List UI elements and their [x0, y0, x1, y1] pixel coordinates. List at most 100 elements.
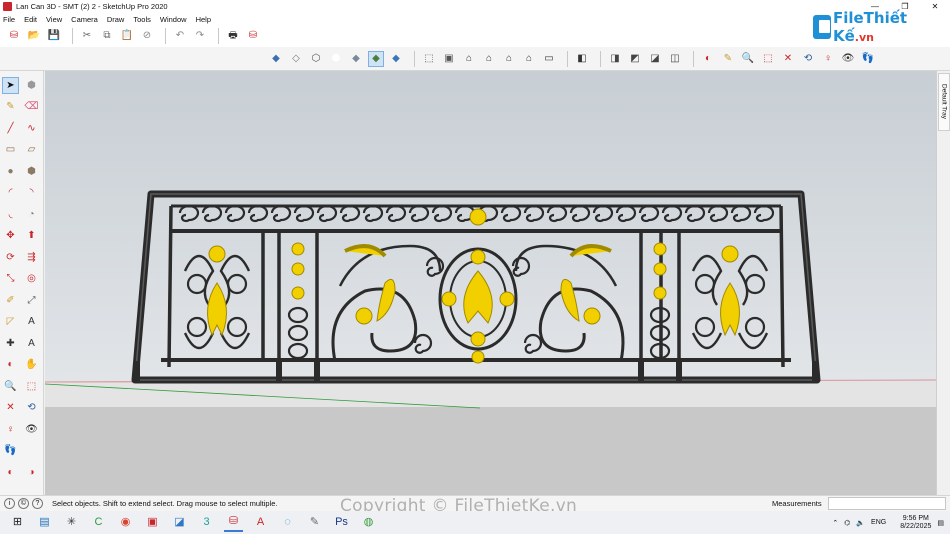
- select-icon[interactable]: ➤: [2, 77, 19, 94]
- position-camera-tool-icon[interactable]: ♀: [2, 421, 19, 438]
- shaded-textures-icon[interactable]: ◆: [368, 51, 384, 67]
- text-icon[interactable]: A: [23, 314, 40, 331]
- help-icon[interactable]: ?: [32, 498, 43, 509]
- wireframe-icon[interactable]: ⬡: [308, 51, 324, 67]
- camtasia-icon[interactable]: C: [89, 513, 108, 532]
- xray-icon[interactable]: ◆: [268, 51, 284, 67]
- look-around-icon[interactable]: 👁: [840, 51, 856, 67]
- file-manager-icon[interactable]: ▤: [35, 513, 54, 532]
- line-icon[interactable]: ╱: [2, 120, 19, 137]
- back-view-icon[interactable]: ⌂: [501, 51, 517, 67]
- green-app-icon[interactable]: ◍: [359, 513, 378, 532]
- style-2-icon[interactable]: ◩: [627, 51, 643, 67]
- sketchup-icon[interactable]: ⛁: [224, 513, 243, 532]
- menu-camera[interactable]: Camera: [71, 15, 98, 24]
- left-view-icon[interactable]: ⌂: [521, 51, 537, 67]
- rectangle-icon[interactable]: ▭: [2, 142, 19, 159]
- open-icon[interactable]: 📂: [26, 28, 42, 44]
- previous-view-icon[interactable]: ⟲: [800, 51, 816, 67]
- rotated-rectangle-icon[interactable]: ▱: [23, 142, 40, 159]
- walk-tool-icon[interactable]: 👣: [2, 443, 19, 460]
- cut-icon[interactable]: ✂: [79, 28, 95, 44]
- tray-chevron-icon[interactable]: ⌃: [832, 519, 838, 527]
- get-models-icon[interactable]: ⛁: [6, 28, 22, 44]
- copy-icon[interactable]: ⧉: [99, 28, 115, 44]
- back-edges-icon[interactable]: ◇: [288, 51, 304, 67]
- top-view-icon[interactable]: ▣: [441, 51, 457, 67]
- menu-help[interactable]: Help: [196, 15, 211, 24]
- section-plane-icon[interactable]: ◐: [700, 51, 716, 67]
- notifications-icon[interactable]: ▤: [937, 519, 944, 527]
- windows-start-icon[interactable]: ⊞: [8, 513, 27, 532]
- section-plane-tool-icon[interactable]: ◐: [2, 464, 19, 481]
- tape-measure-icon[interactable]: ✐: [2, 292, 19, 309]
- modeling-viewport[interactable]: [45, 71, 936, 495]
- hidden-line-icon[interactable]: ⬢: [328, 51, 344, 67]
- position-camera-icon[interactable]: ♀: [820, 51, 836, 67]
- two-point-arc-icon[interactable]: ◝: [23, 185, 40, 202]
- shaded-icon[interactable]: ◆: [348, 51, 364, 67]
- pan-icon[interactable]: ✋: [23, 357, 40, 374]
- network-icon[interactable]: ⌬: [844, 519, 850, 527]
- scale-icon[interactable]: ⤡: [2, 271, 19, 288]
- freehand-icon[interactable]: ∿: [23, 120, 40, 137]
- iso-view-icon[interactable]: ⬚: [421, 51, 437, 67]
- look-around-tool-icon[interactable]: 👁: [23, 421, 40, 438]
- dimension-icon[interactable]: ⤢: [23, 292, 40, 309]
- polygon-icon[interactable]: ⬢: [23, 163, 40, 180]
- zoom-extents-icon[interactable]: ✕: [780, 51, 796, 67]
- network-app-icon[interactable]: ✳: [62, 513, 81, 532]
- chrome-icon[interactable]: ◉: [116, 513, 135, 532]
- save-icon[interactable]: 💾: [46, 28, 62, 44]
- language-indicator[interactable]: ENG: [871, 519, 886, 526]
- redo-icon[interactable]: ↷: [192, 28, 208, 44]
- zoom-window-icon[interactable]: ⬚: [760, 51, 776, 67]
- style-4-icon[interactable]: ◫: [667, 51, 683, 67]
- style-3-icon[interactable]: ◪: [647, 51, 663, 67]
- erase-icon[interactable]: ⊘: [139, 28, 155, 44]
- 3d-text-icon[interactable]: A: [23, 335, 40, 352]
- volume-icon[interactable]: 🔈: [856, 519, 865, 527]
- axes-icon[interactable]: ✚: [2, 335, 19, 352]
- move-icon[interactable]: ✥: [2, 228, 19, 245]
- push-pull-icon[interactable]: ⬆: [23, 228, 40, 245]
- follow-me-icon[interactable]: ⇶: [23, 249, 40, 266]
- menu-view[interactable]: View: [46, 15, 62, 24]
- offset-icon[interactable]: ◎: [23, 271, 40, 288]
- edge-icon[interactable]: ◌: [278, 513, 297, 532]
- monochrome-icon[interactable]: ◆: [388, 51, 404, 67]
- protractor-icon[interactable]: ◸: [2, 314, 19, 331]
- orbit-icon[interactable]: ◐: [2, 357, 19, 374]
- default-tray-tab[interactable]: Default Tray: [938, 73, 950, 131]
- front-view-icon[interactable]: ⌂: [461, 51, 477, 67]
- measurements-input[interactable]: [828, 497, 946, 510]
- app-icon-6[interactable]: ◪: [170, 513, 189, 532]
- camera-views-icon[interactable]: ◧: [574, 51, 590, 67]
- circle-icon[interactable]: ●: [2, 163, 19, 180]
- zoom-tool-icon[interactable]: 🔍: [2, 378, 19, 395]
- paint-bucket-tool-icon[interactable]: ✎: [2, 99, 19, 116]
- right-view-icon[interactable]: ⌂: [481, 51, 497, 67]
- acrobat-icon[interactable]: A: [251, 513, 270, 532]
- menu-file[interactable]: File: [3, 15, 15, 24]
- style-1-icon[interactable]: ◨: [607, 51, 623, 67]
- clock[interactable]: 9:56 PM 8/22/2025: [894, 515, 931, 531]
- undo-icon[interactable]: ↶: [172, 28, 188, 44]
- pie-icon[interactable]: ◔: [23, 206, 40, 223]
- extension-warehouse-icon[interactable]: ⛁: [245, 28, 261, 44]
- credits-icon[interactable]: ©: [18, 498, 29, 509]
- three-point-arc-icon[interactable]: ◟: [2, 206, 19, 223]
- menu-draw[interactable]: Draw: [107, 15, 125, 24]
- menu-window[interactable]: Window: [160, 15, 187, 24]
- close-button[interactable]: ✕: [920, 0, 950, 13]
- paste-icon[interactable]: 📋: [119, 28, 135, 44]
- walk-icon[interactable]: 👣: [860, 51, 876, 67]
- menu-edit[interactable]: Edit: [24, 15, 37, 24]
- previous-tool-icon[interactable]: ⟲: [23, 400, 40, 417]
- bottom-view-icon[interactable]: ▭: [541, 51, 557, 67]
- rotate-icon[interactable]: ⟳: [2, 249, 19, 266]
- zoom-icon[interactable]: 🔍: [740, 51, 756, 67]
- paint-bucket-icon[interactable]: ✎: [720, 51, 736, 67]
- display-section-icon[interactable]: ◑: [23, 464, 40, 481]
- geo-location-icon[interactable]: i: [4, 498, 15, 509]
